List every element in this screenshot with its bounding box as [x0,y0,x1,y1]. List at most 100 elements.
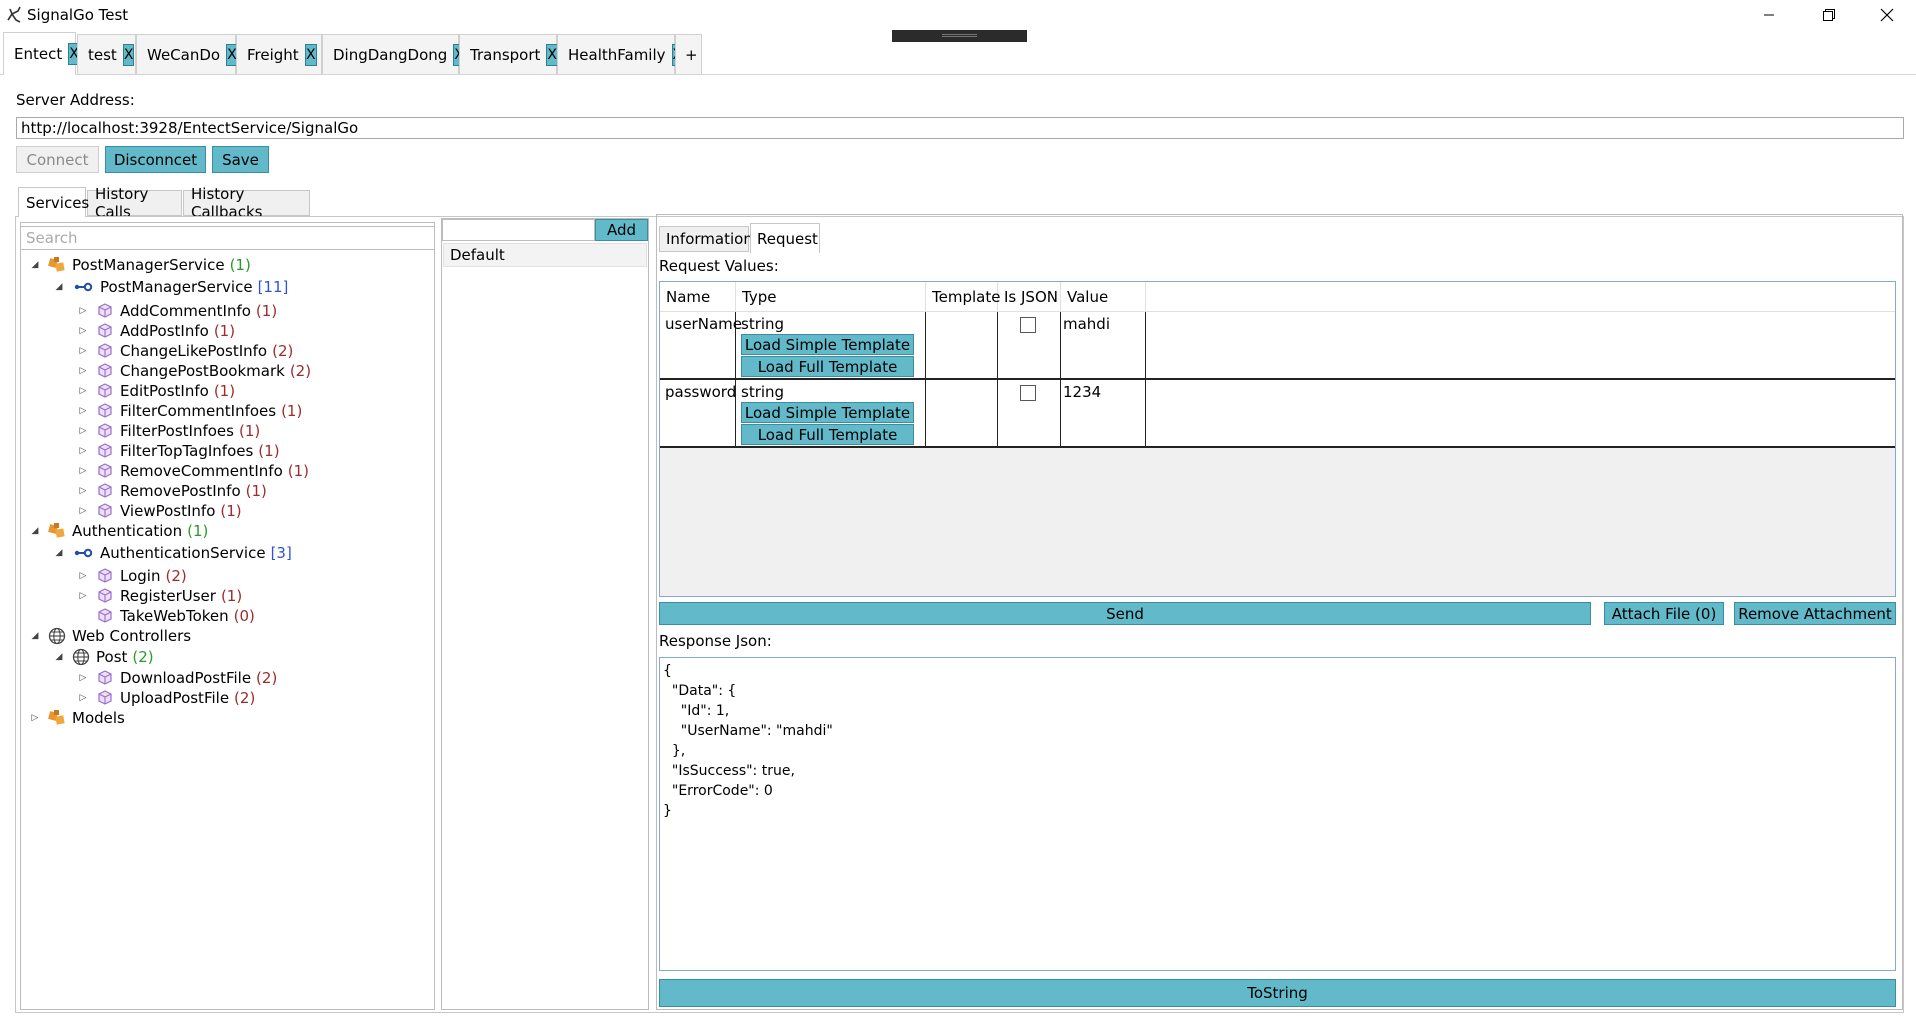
tree-node-method[interactable]: ▷ RemovePostInfo (1) [78,481,267,501]
tostring-button[interactable]: ToString [659,979,1896,1007]
tab-dingdangdong[interactable]: DingDangDongX [322,34,465,74]
collapse-arrow-icon[interactable]: ◢ [30,631,40,641]
collapse-arrow-icon[interactable]: ◢ [54,548,64,558]
tab-request[interactable]: Request [750,223,820,253]
tree-node-service-class[interactable]: ◢ AuthenticationService [3] [54,543,292,563]
load-full-template-button[interactable]: Load Full Template [741,424,914,445]
close-tab-button[interactable]: X [122,43,135,66]
method-icon [98,568,112,583]
column-header[interactable]: Name [660,282,736,312]
tab-freight[interactable]: Freight X [236,34,322,74]
attach-file-button[interactable]: Attach File (0) [1604,602,1724,625]
tree-node-service[interactable]: ◢ Authentication (1) [30,521,209,541]
load-simple-template-button[interactable]: Load Simple Template [741,402,914,423]
tab-history-calls[interactable]: History Calls [87,185,182,221]
column-header[interactable]: Type [736,282,926,312]
expand-arrow-icon[interactable]: ▷ [78,386,88,396]
tree-node-method[interactable]: ▷ ChangePostBookmark (2) [78,361,312,381]
tree-node-service[interactable]: ◢ PostManagerService (1) [30,255,251,275]
collapse-arrow-icon[interactable]: ◢ [30,526,40,536]
param-value[interactable]: mahdi [1061,312,1146,378]
send-button[interactable]: Send [659,602,1591,625]
collapse-arrow-icon[interactable]: ◢ [54,282,64,292]
tab-entect[interactable]: Entect X [3,32,80,75]
expand-arrow-icon[interactable]: ▷ [78,366,88,376]
search-input[interactable]: Search [21,226,434,250]
category-panel [441,218,649,1010]
expand-arrow-icon[interactable]: ▷ [78,426,88,436]
is-json-checkbox[interactable] [1020,385,1036,401]
expand-arrow-icon[interactable]: ▷ [78,506,88,516]
expand-arrow-icon[interactable]: ▷ [30,713,40,723]
tab-transport[interactable]: Transport X [459,34,558,74]
restore-icon[interactable] [1800,0,1858,30]
tree-node-method[interactable]: ▷ ChangeLikePostInfo (2) [78,341,294,361]
param-template[interactable] [926,380,998,446]
expand-arrow-icon[interactable]: ▷ [78,591,88,601]
collapse-arrow-icon[interactable]: ◢ [54,652,64,662]
expand-arrow-icon[interactable]: ▷ [78,306,88,316]
tree-node-method[interactable]: ▷ AddCommentInfo (1) [78,301,278,321]
tree-node-method[interactable]: ▷ DownloadPostFile (2) [78,668,278,688]
tab-label: WeCanDo [147,45,221,64]
list-item[interactable]: Default [443,243,647,267]
expand-arrow-icon[interactable]: ▷ [78,673,88,683]
tree-node-method[interactable]: ▷ RegisterUser (1) [78,586,243,606]
add-button[interactable]: Add [595,219,648,241]
param-template[interactable] [926,312,998,378]
save-button[interactable]: Save [212,146,269,173]
minimize-icon[interactable] [1740,0,1798,30]
expand-arrow-icon[interactable]: ▷ [78,406,88,416]
response-json-textarea[interactable]: { "Data": { "Id": 1, "UserName": "mahdi"… [659,657,1896,971]
close-window-icon[interactable] [1858,0,1916,30]
tab-test[interactable]: test X [77,34,136,74]
is-json-checkbox[interactable] [1020,317,1036,333]
column-header[interactable]: Value [1061,282,1146,312]
tree-node-method[interactable]: ▷ UploadPostFile (2) [78,688,256,708]
collapse-arrow-icon[interactable]: ◢ [30,260,40,270]
tree-node-method[interactable]: ▷ FilterTopTagInfoes (1) [78,441,280,461]
server-address-input[interactable]: http://localhost:3928/EntectService/Sign… [16,117,1904,139]
remove-attachment-button[interactable]: Remove Attachment [1734,602,1896,625]
close-tab-button[interactable]: X [304,43,317,66]
category-input[interactable] [442,219,595,241]
connect-button[interactable]: Connect [16,146,99,173]
tree-node-method[interactable]: ▷ FilterPostInfoes (1) [78,421,261,441]
tree-node-web-controllers[interactable]: ◢ Web Controllers [30,626,192,646]
tree-node-method[interactable]: ▷ Login (2) [78,566,187,586]
param-name: userName [660,312,742,378]
add-tab-button[interactable]: + [675,34,702,74]
load-simple-template-button[interactable]: Load Simple Template [741,334,914,355]
tree-node-method[interactable]: ▷ ViewPostInfo (1) [78,501,242,521]
method-icon [98,483,112,498]
expand-arrow-icon[interactable]: ▷ [78,486,88,496]
expand-arrow-icon[interactable]: ▷ [78,446,88,456]
column-header[interactable]: Template [926,282,1000,312]
connection-tabs-bar: Entect X test X WeCanDo X Freight X DingDang… [0,30,1916,75]
tree-node-method[interactable]: ▷ EditPostInfo (1) [78,381,236,401]
tree-node-method[interactable]: ▷ AddPostInfo (1) [78,321,236,341]
disconnect-button[interactable]: Disconncet [105,146,206,173]
table-row: userName string Load Simple Template Loa… [660,312,1895,380]
expand-arrow-icon[interactable]: ▷ [78,346,88,356]
tree-node-method[interactable]: ▷ RemoveCommentInfo (1) [78,461,309,481]
tree-node-models[interactable]: ▷ Models [30,708,125,728]
tree-node-method[interactable]: ▷ FilterCommentInfoes (1) [78,401,303,421]
tree-node-method[interactable]: TakeWebToken (0) [78,606,255,626]
expand-arrow-icon[interactable]: ▷ [78,693,88,703]
param-value[interactable]: 1234 [1061,380,1146,446]
service-icon [48,523,65,538]
tab-healthfamily[interactable]: HealthFamilyX [557,34,684,74]
method-icon [98,608,112,623]
tab-history-callbacks[interactable]: History Callbacks [183,185,310,221]
expand-arrow-icon[interactable]: ▷ [78,571,88,581]
tree-node-controller[interactable]: ◢ Post (2) [54,647,154,667]
column-header[interactable]: Is JSON [998,282,1061,312]
tree-node-service-class[interactable]: ◢ PostManagerService [11] [54,277,289,297]
tab-services[interactable]: Services [18,187,89,217]
load-full-template-button[interactable]: Load Full Template [741,356,914,377]
expand-arrow-icon[interactable]: ▷ [78,326,88,336]
tab-information[interactable]: Information [659,226,753,252]
tab-wecando[interactable]: WeCanDo X [136,34,238,74]
expand-arrow-icon[interactable]: ▷ [78,466,88,476]
